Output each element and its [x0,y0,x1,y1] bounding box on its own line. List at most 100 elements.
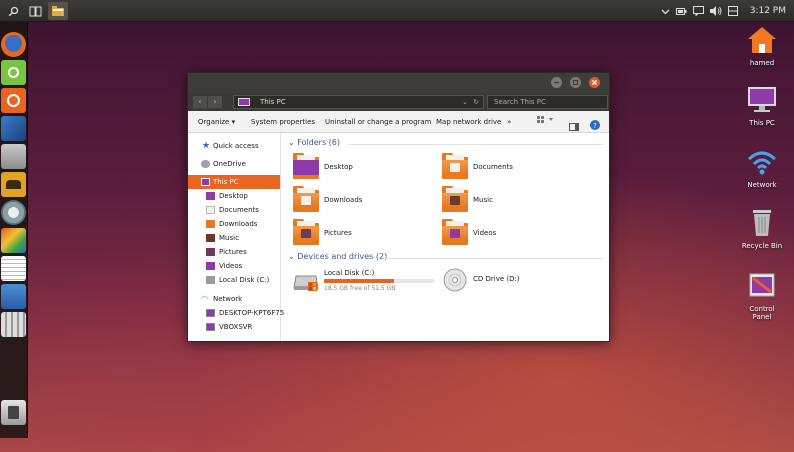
desktop-icon-home[interactable]: hamed [732,25,792,67]
back-button[interactable]: ‹ [193,96,207,108]
nav-item-downloads[interactable]: Downloads [188,217,280,231]
drive-local-disk[interactable]: Local Disk (C:) 18.5 GB free of 51.5 GB [293,268,438,296]
nav-item-this-pc[interactable]: This PC [188,175,280,189]
file-manager-icon[interactable] [48,2,68,20]
chevron-down-icon: ⌄ [288,252,295,261]
forward-button[interactable]: › [208,96,222,108]
hard-drive-icon [293,270,319,292]
refresh-icon[interactable]: ↻ [473,96,479,108]
more-commands-button[interactable]: » [507,111,511,133]
folder-videos[interactable]: Videos [442,219,572,245]
download-icon [206,220,215,228]
organize-button[interactable]: Organize ▾ [198,111,235,133]
desktop-icon-recycle-bin[interactable]: Recycle Bin [732,208,792,250]
trash-icon [745,208,779,238]
top-panel-left [0,0,68,22]
trash-icon[interactable] [1,400,26,425]
desktop-icon-this-pc[interactable]: This PC [732,85,792,127]
file-explorer-window: ‹ › This PC ⌄ ↻ Search This PC Organize … [187,72,610,342]
volume-icon[interactable] [709,6,722,16]
search-icon[interactable] [4,2,22,20]
uninstall-program-button[interactable]: Uninstall or change a program [325,111,432,133]
folder-icon [293,153,319,179]
folder-music[interactable]: Music [442,186,572,212]
desktop-icon-control-panel[interactable]: Control Panel [732,271,792,321]
terminal-icon[interactable] [1,116,26,141]
grey-app-icon[interactable] [1,144,26,169]
firefox-icon[interactable] [1,32,26,57]
view-options-icon[interactable] [537,111,555,133]
cd-drive-icon [442,268,468,292]
maximize-button[interactable] [570,77,581,88]
top-panel: 3:12 PM [0,0,794,22]
nav-item-desktop[interactable]: Desktop [188,189,280,203]
drive-cd[interactable]: CD Drive (D:) [442,268,572,296]
nav-item-local-disk[interactable]: Local Disk (C:) [188,273,280,287]
nav-item-label: Desktop [219,192,248,200]
nav-item-label: Downloads [219,220,258,228]
nav-item-pictures[interactable]: Pictures [188,245,280,259]
window-titlebar[interactable] [188,73,609,93]
drive-label: CD Drive (D:) [473,275,520,283]
paint-icon[interactable] [1,228,26,253]
nav-item-label: Quick access [213,142,259,150]
minimize-button[interactable] [551,77,562,88]
close-button[interactable] [589,77,600,88]
folders-header-text: Folders (6) [297,138,341,147]
folder-pictures[interactable]: Pictures [293,219,423,245]
network-tray-icon[interactable] [727,6,738,16]
nav-item-vboxsvr[interactable]: VBOXSVR [188,320,280,334]
devices-header-text: Devices and drives (2) [297,252,388,261]
nav-item-videos[interactable]: Videos [188,259,280,273]
desktop-icon-label: hamed [749,59,775,67]
search-input[interactable]: Search This PC [487,95,608,109]
star-icon: ★ [202,141,211,151]
nav-item-label: Videos [219,262,243,270]
folder-downloads[interactable]: Downloads [293,186,423,212]
nav-item-documents[interactable]: Documents [188,203,280,217]
picture-icon [206,248,215,256]
navigation-pane: ★ Quick access OneDrive This PC Desktop … [188,133,284,341]
explorer-body: ★ Quick access OneDrive This PC Desktop … [188,133,609,341]
clock[interactable]: 3:12 PM [750,6,786,16]
nav-item-quick-access[interactable]: ★ Quick access [188,139,280,153]
nav-item-onedrive[interactable]: OneDrive [188,157,280,171]
section-divider [348,144,603,145]
nav-item-label: Documents [219,206,259,214]
cloud-icon [201,160,210,168]
chevron-down-icon[interactable]: ⌄ [462,96,468,108]
ubuntu-icon[interactable] [1,88,26,113]
nav-item-network[interactable]: ◠ Network [188,292,280,306]
map-network-drive-button[interactable]: Map network drive [436,111,501,133]
address-field[interactable]: This PC ⌄ ↻ [233,95,484,109]
contacts-icon[interactable] [1,172,26,197]
videos-folder-icon [442,219,468,245]
music-folder-icon [442,186,468,212]
notes-icon[interactable] [1,256,26,281]
desktop-icon-network[interactable]: Network [732,147,792,189]
workspaces-icon[interactable] [26,2,44,20]
control-panel-icon [745,271,779,301]
search-placeholder: Search This PC [494,98,546,106]
disk-icon[interactable] [1,200,26,225]
calculator-icon[interactable] [1,312,26,337]
chevron-down-icon[interactable] [661,7,670,16]
chat-icon[interactable] [692,6,704,16]
folder-desktop[interactable]: Desktop [293,153,423,179]
system-properties-button[interactable]: System properties [251,111,315,133]
document-icon [206,206,215,214]
nav-item-music[interactable]: Music [188,231,280,245]
folder-label: Music [473,196,493,204]
address-text: This PC [260,98,286,106]
ubuntu-software-icon[interactable] [1,60,26,85]
folders-section-header[interactable]: ⌄ Folders (6) [288,138,340,147]
content-pane: ⌄ Folders (6) Desktop Documents Download… [282,133,609,341]
devices-section-header[interactable]: ⌄ Devices and drives (2) [288,252,387,261]
folder-documents[interactable]: Documents [442,153,572,179]
battery-icon[interactable] [675,7,687,16]
nav-item-label: DESKTOP-KPT6F75 [219,309,285,317]
folder-icon [206,192,215,200]
chart-icon[interactable] [1,284,26,309]
nav-item-desktop-kpt6f75[interactable]: DESKTOP-KPT6F75 [188,306,284,320]
monitor-icon [206,323,215,331]
